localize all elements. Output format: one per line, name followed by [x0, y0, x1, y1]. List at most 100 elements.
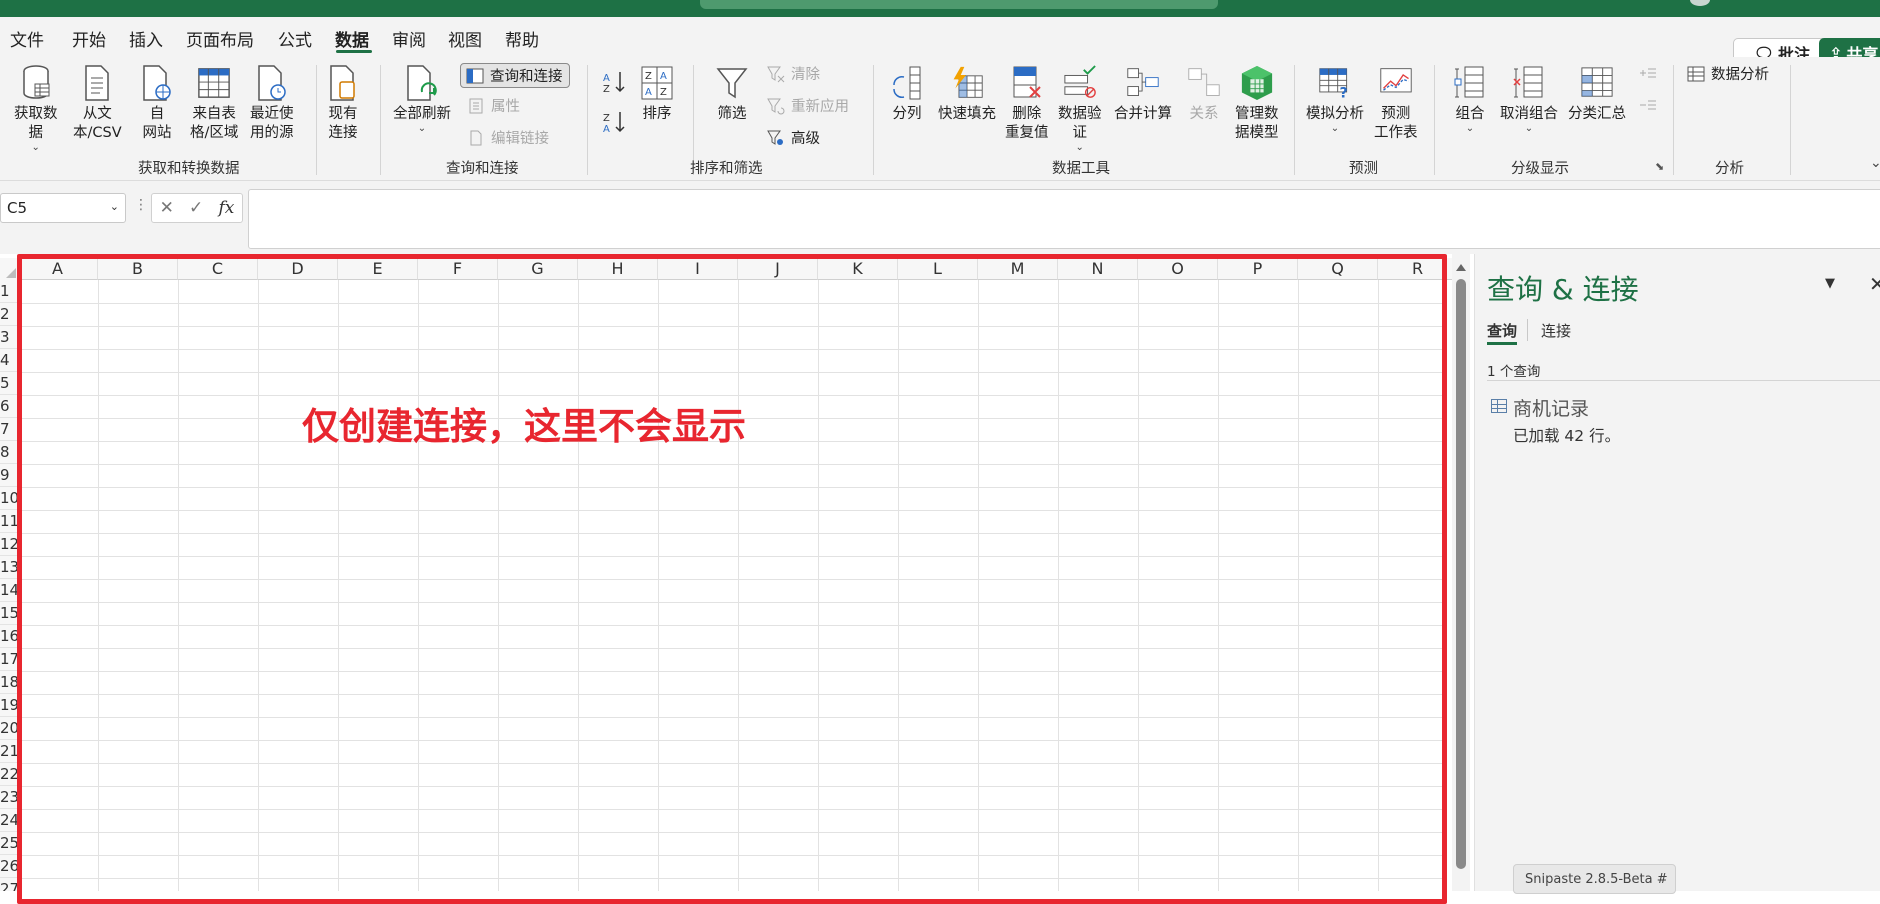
menu-file[interactable]: 文件	[10, 26, 44, 51]
row-header[interactable]: 5	[0, 372, 18, 395]
menu-data[interactable]: 数据	[335, 26, 369, 51]
menu-home[interactable]: 开始	[72, 26, 106, 51]
from-text-csv-button[interactable]: 从文 本/CSV	[73, 63, 122, 143]
consolidate-button[interactable]: 合并计算	[1114, 63, 1172, 124]
row-header[interactable]: 21	[0, 740, 19, 763]
what-if-analysis-button[interactable]: ? 模拟分析 ⌄	[1306, 63, 1364, 134]
query-item[interactable]: 商机记录 已加载 42 行。	[1491, 394, 1871, 454]
enter-icon[interactable]: ✓	[189, 198, 203, 218]
hide-detail-button[interactable]	[1638, 95, 1658, 115]
row-header[interactable]: 6	[0, 395, 18, 418]
remove-duplicates-button[interactable]: 删除 重复值	[1005, 63, 1049, 143]
data-validation-icon	[1063, 63, 1097, 103]
row-header[interactable]: 12	[0, 533, 19, 556]
menu-insert[interactable]: 插入	[129, 26, 163, 51]
row-header[interactable]: 7	[0, 418, 18, 441]
select-all-corner[interactable]	[0, 258, 18, 280]
row-header[interactable]: 10	[0, 487, 19, 510]
row-header[interactable]: 2	[0, 303, 18, 326]
formula-input[interactable]	[248, 189, 1880, 249]
sort-button[interactable]: ZAAZ 排序	[640, 63, 674, 124]
row-header[interactable]: 3	[0, 326, 18, 349]
cancel-icon[interactable]: ✕	[160, 198, 174, 218]
group-label-outline: 分级显示	[1511, 161, 1569, 177]
menu-help[interactable]: 帮助	[505, 26, 539, 51]
from-table-range-button[interactable]: 来自表 格/区域	[190, 63, 238, 143]
recent-sources-button[interactable]: 最近使 用的源	[250, 63, 294, 143]
refresh-all-button[interactable]: 全部刷新 ⌄	[393, 63, 451, 134]
row-header[interactable]: 13	[0, 556, 19, 579]
sort-ascending-icon: AZ	[598, 69, 632, 95]
row-header[interactable]: 4	[0, 349, 18, 372]
row-header[interactable]: 25	[0, 832, 19, 855]
row-header[interactable]: 9	[0, 464, 18, 487]
tab-connections[interactable]: 连接	[1541, 320, 1571, 341]
tab-queries[interactable]: 查询	[1487, 320, 1517, 341]
row-header[interactable]: 14	[0, 579, 19, 602]
existing-connections-button[interactable]: 现有 连接	[326, 63, 360, 143]
dialog-launcher-icon[interactable]: ⬊	[1655, 160, 1664, 173]
sort-a-z-button[interactable]: AZ	[598, 69, 632, 97]
chevron-down-icon: ⌄	[1330, 123, 1340, 134]
title-bar	[0, 0, 1880, 17]
get-data-button[interactable]: 获取数 据 ⌄	[14, 63, 58, 153]
text-to-columns-button[interactable]: 分列	[890, 63, 924, 124]
row-header[interactable]: 18	[0, 671, 19, 694]
close-icon[interactable]: ✕	[1869, 272, 1880, 296]
row-header[interactable]: 1	[0, 280, 18, 303]
queries-connections-button[interactable]: 查询和连接	[460, 63, 570, 88]
data-analysis-button[interactable]: 数据分析	[1686, 63, 1769, 84]
avatar[interactable]	[1690, 0, 1710, 6]
ribbon-collapse-icon[interactable]: ⌄	[1870, 155, 1880, 171]
vertical-scrollbar[interactable]	[1452, 254, 1470, 891]
flash-fill-button[interactable]: 快速填充	[938, 63, 996, 124]
edit-links-button[interactable]: 编辑链接	[466, 127, 549, 148]
subtotal-button[interactable]: 分类汇总	[1568, 63, 1626, 124]
relationships-button[interactable]: 关系	[1187, 63, 1221, 124]
group-label-queries: 查询和连接	[446, 161, 519, 177]
forecast-sheet-button[interactable]: 预测 工作表	[1374, 63, 1418, 143]
filter-button[interactable]: 筛选	[715, 63, 749, 124]
row-header[interactable]: 8	[0, 441, 18, 464]
more-options-icon[interactable]: ⋮	[134, 197, 148, 213]
row-header[interactable]: 22	[0, 763, 19, 786]
clear-filter-label: 清除	[791, 67, 820, 83]
scroll-up-icon[interactable]	[1456, 264, 1466, 271]
row-header[interactable]: 27	[0, 878, 19, 891]
row-header[interactable]: 16	[0, 625, 19, 648]
row-header[interactable]: 17	[0, 648, 19, 671]
row-header[interactable]: 19	[0, 694, 19, 717]
row-header[interactable]: 15	[0, 602, 19, 625]
chevron-down-icon[interactable]: ⌄	[110, 200, 119, 213]
scrollbar-thumb[interactable]	[1456, 279, 1466, 869]
row-header[interactable]: 26	[0, 855, 19, 878]
advanced-filter-button[interactable]: 高级	[766, 127, 820, 148]
connections-icon	[326, 63, 360, 103]
what-if-icon: ?	[1318, 63, 1352, 103]
from-web-button[interactable]: 自 网站	[140, 63, 174, 143]
group-button[interactable]: 组合 ⌄	[1453, 63, 1487, 134]
sort-z-a-button[interactable]: ZA	[598, 109, 632, 137]
search-box[interactable]	[700, 0, 1218, 9]
data-validation-button[interactable]: 数据验 证 ⌄	[1058, 63, 1102, 153]
reapply-button[interactable]: 重新应用	[766, 95, 849, 116]
ribbon-divider	[380, 65, 381, 175]
menu-view[interactable]: 视图	[448, 26, 482, 51]
formula-buttons: ✕ ✓ fx	[151, 193, 243, 223]
row-header[interactable]: 23	[0, 786, 19, 809]
row-header[interactable]: 20	[0, 717, 19, 740]
ungroup-button[interactable]: 取消组合 ⌄	[1500, 63, 1558, 134]
manage-data-model-button[interactable]: 管理数 据模型	[1235, 63, 1279, 143]
clear-filter-button[interactable]: 清除	[766, 63, 820, 84]
name-box[interactable]: C5 ⌄	[0, 193, 126, 223]
properties-button[interactable]: 属性	[466, 95, 520, 116]
chevron-down-icon[interactable]: ▼	[1825, 276, 1835, 291]
menu-page-layout[interactable]: 页面布局	[186, 26, 254, 51]
menu-review[interactable]: 审阅	[392, 26, 426, 51]
menu-formulas[interactable]: 公式	[278, 26, 312, 51]
row-header[interactable]: 24	[0, 809, 19, 832]
insert-function-icon[interactable]: fx	[219, 198, 235, 218]
show-detail-button[interactable]	[1638, 63, 1658, 83]
refresh-all-label: 全部刷新	[393, 106, 451, 122]
row-header[interactable]: 11	[0, 510, 19, 533]
